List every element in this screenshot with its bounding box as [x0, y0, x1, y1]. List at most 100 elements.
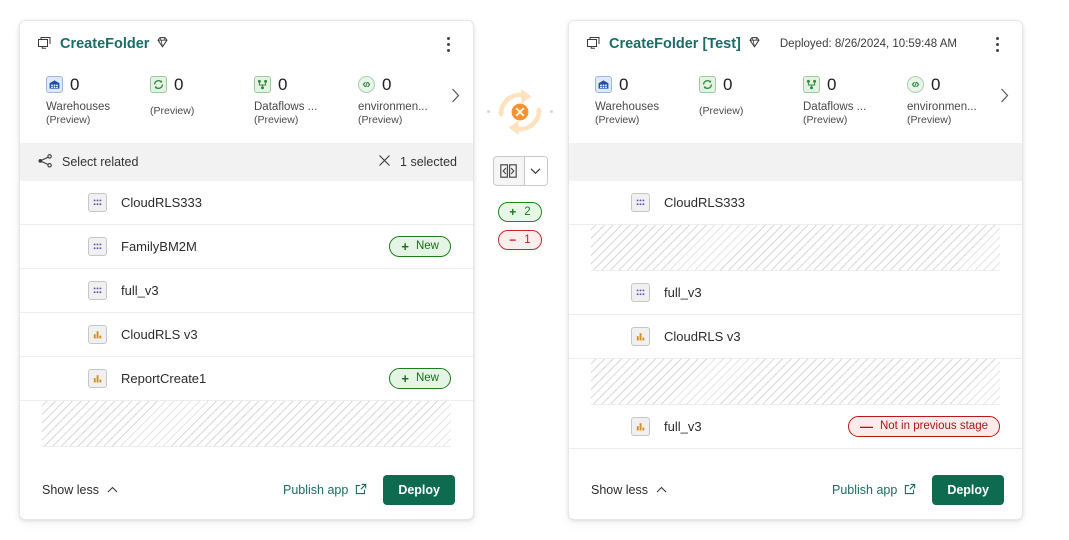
row-label: ReportCreate1: [121, 371, 206, 386]
compare-stages-icon[interactable]: [494, 157, 525, 185]
placeholder-row: [591, 359, 1000, 405]
left-metrics-row: 0 Warehouses (Preview) 0: [20, 67, 473, 143]
metrics-next-chevron-right-icon[interactable]: [994, 85, 1014, 105]
select-related-button[interactable]: Select related: [38, 154, 138, 171]
metric-refresh-dataflow[interactable]: 0 (Preview): [699, 73, 803, 119]
share-branch-icon: [38, 154, 53, 171]
metric-warehouses[interactable]: 0 Warehouses (Preview): [46, 73, 150, 128]
stage-card-left: CreateFolder: [19, 20, 474, 520]
metric-refresh-dataflow-top: 0: [150, 73, 183, 95]
right-card-title-group: CreateFolder [Test] Deployed: 8/26/2024,…: [587, 36, 957, 53]
show-less-button[interactable]: Show less: [42, 483, 118, 497]
right-metrics-row: 0 Warehouses (Preview) 0: [569, 67, 1022, 143]
metric-warehouses-count: 0: [70, 76, 79, 93]
deployed-timestamp: Deployed: 8/26/2024, 10:59:48 AM: [780, 38, 957, 50]
metric-environments-count: 0: [931, 76, 940, 93]
semantic-model-icon: [88, 237, 107, 256]
left-card-header: CreateFolder: [20, 21, 473, 67]
metrics-next-chevron-right-icon[interactable]: [445, 85, 465, 105]
show-less-button[interactable]: Show less: [591, 483, 667, 497]
chevron-down-icon[interactable]: [525, 157, 547, 185]
badge-sign: +: [401, 372, 409, 385]
metric-refresh-dataflow-top: 0: [699, 73, 732, 95]
table-row[interactable]: full_v3 — Not in previous stage: [569, 405, 1022, 449]
placeholder-row: [42, 401, 451, 447]
metric-dataflows[interactable]: 0 Dataflows ... (Preview): [254, 73, 358, 128]
diff-added-count: 2: [524, 206, 530, 218]
metric-warehouses-top: 0: [595, 73, 628, 95]
sync-failed-icon: [492, 84, 548, 140]
warehouse-icon: [46, 76, 63, 93]
metric-warehouses-preview: (Preview): [595, 114, 639, 128]
diamond-icon: [156, 36, 169, 52]
metric-dataflows-label: Dataflows ...: [803, 100, 866, 114]
metric-dataflows-top: 0: [254, 73, 287, 95]
right-card-header: CreateFolder [Test] Deployed: 8/26/2024,…: [569, 21, 1022, 67]
metric-warehouses-label: Warehouses: [46, 100, 110, 114]
table-row[interactable]: CloudRLS333: [569, 181, 1022, 225]
stacked-windows-icon: [587, 36, 602, 53]
deployment-pipeline-stage-compare: CreateFolder: [0, 0, 1069, 540]
chevron-up-icon: [656, 483, 667, 497]
badge-text: New: [416, 241, 439, 253]
deploy-button[interactable]: Deploy: [932, 475, 1004, 505]
row-label: CloudRLS v3: [664, 329, 741, 344]
row-label: CloudRLS333: [121, 195, 202, 210]
stage-card-right: CreateFolder [Test] Deployed: 8/26/2024,…: [568, 20, 1023, 520]
row-label: full_v3: [121, 283, 159, 298]
show-less-label: Show less: [591, 483, 648, 497]
refresh-dataflow-icon: [150, 76, 167, 93]
table-row[interactable]: FamilyBM2M + New: [20, 225, 473, 269]
left-card-title[interactable]: CreateFolder: [60, 36, 149, 52]
semantic-model-icon: [88, 281, 107, 300]
environment-icon: [907, 76, 924, 93]
environment-icon: [358, 76, 375, 93]
metric-refresh-dataflow[interactable]: 0 (Preview): [150, 73, 254, 119]
badge-text: New: [416, 373, 439, 385]
left-card-more-options-icon[interactable]: [437, 31, 459, 57]
semantic-model-icon: [88, 193, 107, 212]
table-row[interactable]: CloudRLS v3: [569, 315, 1022, 359]
report-icon: [88, 369, 107, 388]
stacked-windows-icon: [38, 36, 53, 53]
metric-refresh-dataflow-count: 0: [723, 76, 732, 93]
diff-removed-badge[interactable]: − 1: [498, 230, 542, 250]
metric-dataflows-count: 0: [278, 76, 287, 93]
dataflow-gen2-icon: [803, 76, 820, 93]
metric-dataflows-preview: (Preview): [803, 114, 847, 128]
metric-warehouses[interactable]: 0 Warehouses (Preview): [595, 73, 699, 128]
right-card-title[interactable]: CreateFolder [Test]: [609, 36, 741, 52]
table-row[interactable]: CloudRLS333: [20, 181, 473, 225]
stage-compare-controls: + 2 − 1: [485, 20, 555, 250]
clear-selection-group[interactable]: 1 selected: [378, 154, 457, 170]
metric-dataflows[interactable]: 0 Dataflows ... (Preview): [803, 73, 907, 128]
compare-stages-button[interactable]: [493, 156, 548, 186]
table-row[interactable]: full_v3: [20, 269, 473, 313]
table-row[interactable]: full_v3: [569, 271, 1022, 315]
refresh-dataflow-icon: [699, 76, 716, 93]
report-icon: [88, 325, 107, 344]
connector-dot-right: [550, 110, 553, 113]
deploy-button[interactable]: Deploy: [383, 475, 455, 505]
chevron-up-icon: [107, 483, 118, 497]
row-label: FamilyBM2M: [121, 239, 197, 254]
row-label: full_v3: [664, 419, 702, 434]
table-row[interactable]: CloudRLS v3: [20, 313, 473, 357]
row-label: CloudRLS333: [664, 195, 745, 210]
metric-refresh-dataflow-count: 0: [174, 76, 183, 93]
close-icon[interactable]: [378, 154, 391, 170]
table-row[interactable]: ReportCreate1 + New: [20, 357, 473, 401]
selected-count-label: 1 selected: [400, 155, 457, 169]
publish-app-link[interactable]: Publish app: [832, 483, 916, 498]
report-icon: [631, 417, 650, 436]
metric-warehouses-label: Warehouses: [595, 100, 659, 114]
diff-removed-sign: −: [509, 233, 516, 247]
show-less-label: Show less: [42, 483, 99, 497]
metric-environments-label: environmen...: [907, 100, 977, 114]
metric-refresh-dataflow-preview: (Preview): [150, 105, 194, 119]
metric-dataflows-label: Dataflows ...: [254, 100, 317, 114]
right-card-more-options-icon[interactable]: [986, 31, 1008, 57]
publish-app-link[interactable]: Publish app: [283, 483, 367, 498]
publish-app-label: Publish app: [283, 483, 348, 497]
diff-added-badge[interactable]: + 2: [498, 202, 542, 222]
